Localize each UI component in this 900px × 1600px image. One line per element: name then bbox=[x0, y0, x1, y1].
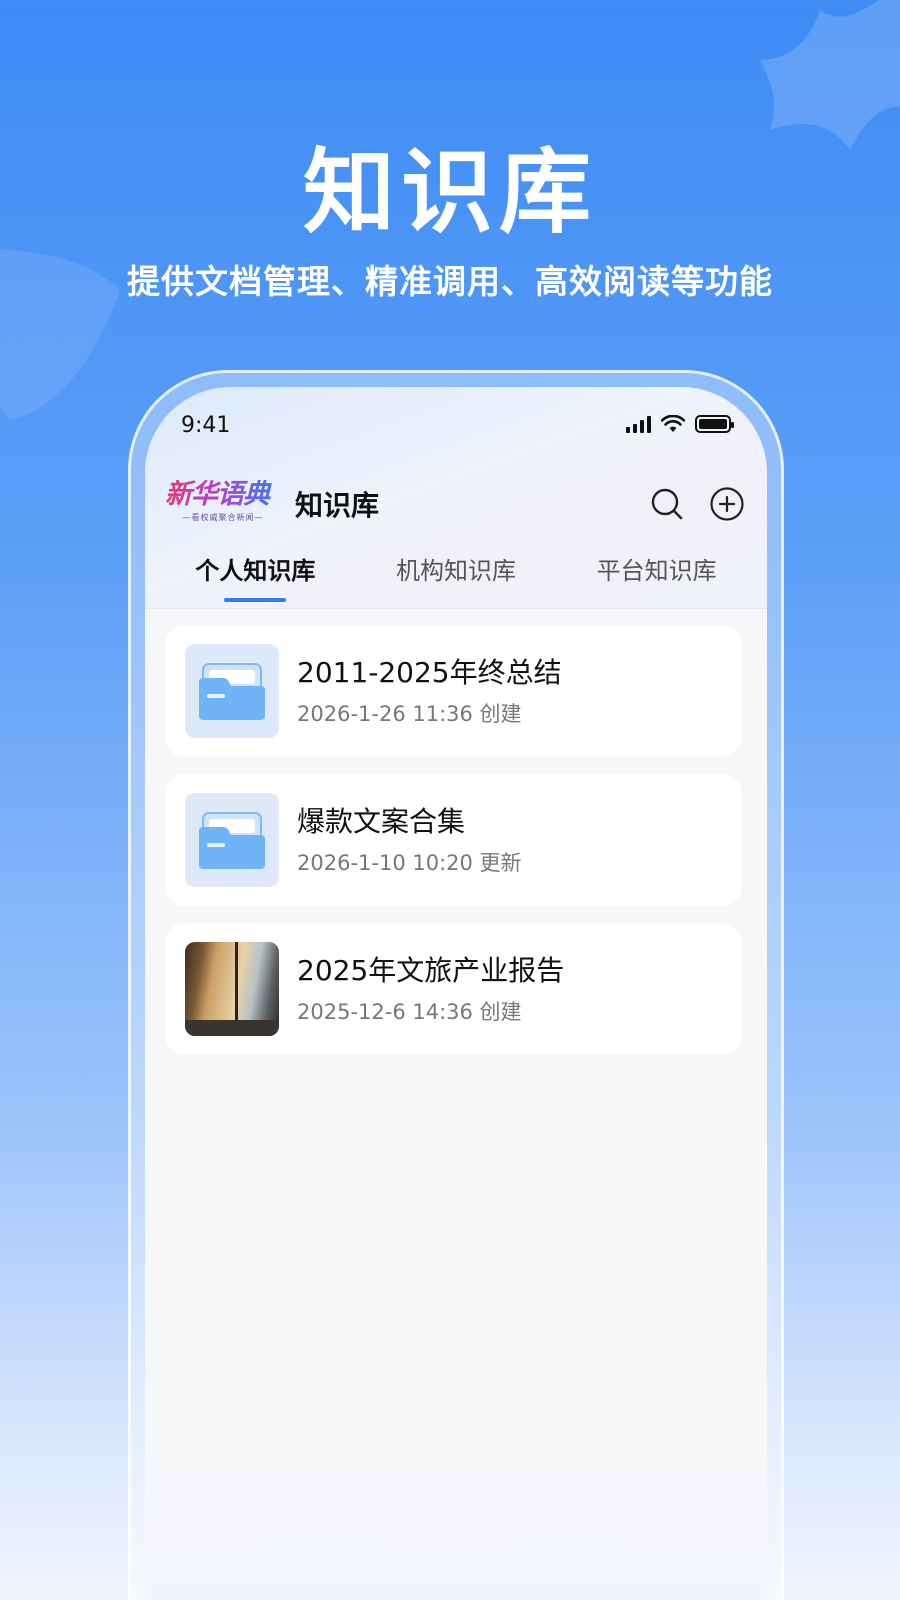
folder-thumbnail bbox=[185, 644, 279, 738]
search-button[interactable] bbox=[649, 486, 685, 522]
list-item[interactable]: 爆款文案合集 2026-1-10 10:20 更新 bbox=[165, 774, 742, 906]
screen-bottom-fade bbox=[145, 1447, 767, 1600]
tab-bar: 个人知识库 机构知识库 平台知识库 bbox=[145, 547, 767, 609]
list-item-meta: 2025-12-6 14:36 创建 bbox=[297, 1000, 522, 1024]
list-item-title: 爆款文案合集 bbox=[297, 805, 466, 838]
header-actions bbox=[649, 486, 745, 522]
tab-institution-knowledge-base[interactable]: 机构知识库 bbox=[396, 547, 516, 586]
list-item-text: 2011-2025年终总结 2026-1-26 11:36 创建 bbox=[297, 654, 562, 728]
logo-text: 新华语典 bbox=[165, 480, 281, 510]
logo-tagline: —看权威聚合新闻— bbox=[182, 513, 264, 522]
app-header: 新华语典 —看权威聚合新闻— 知识库 bbox=[165, 479, 745, 529]
knowledge-base-list: 2011-2025年终总结 2026-1-26 11:36 创建 爆款文案合集 … bbox=[165, 625, 742, 1055]
phone-frame: 9:41 新华语典 —看权威聚合新闻— 知识库 个人知识库 机构知识库 平台知识… bbox=[128, 370, 784, 1600]
status-icons bbox=[626, 415, 734, 433]
list-item-text: 爆款文案合集 2026-1-10 10:20 更新 bbox=[297, 803, 522, 877]
plus-circle-icon bbox=[710, 487, 744, 521]
list-item[interactable]: 2011-2025年终总结 2026-1-26 11:36 创建 bbox=[165, 625, 742, 757]
hero-subtitle: 提供文档管理、精准调用、高效阅读等功能 bbox=[127, 262, 773, 301]
hero-title: 知识库 bbox=[302, 139, 597, 246]
add-button[interactable] bbox=[709, 486, 745, 522]
list-item-meta: 2026-1-26 11:36 创建 bbox=[297, 702, 522, 726]
list-item[interactable]: 2025年文旅产业报告 2025-12-6 14:36 创建 bbox=[165, 923, 742, 1055]
list-item-text: 2025年文旅产业报告 2025-12-6 14:36 创建 bbox=[297, 952, 564, 1026]
folder-icon bbox=[199, 812, 265, 869]
wifi-icon bbox=[661, 415, 685, 432]
status-time: 9:41 bbox=[181, 413, 231, 438]
search-icon bbox=[651, 488, 683, 520]
list-item-title: 2025年文旅产业报告 bbox=[297, 954, 565, 987]
page-title: 知识库 bbox=[295, 489, 380, 522]
folder-thumbnail bbox=[185, 793, 279, 887]
folder-icon bbox=[199, 663, 265, 720]
list-item-meta: 2026-1-10 10:20 更新 bbox=[297, 851, 522, 875]
tab-platform-knowledge-base[interactable]: 平台知识库 bbox=[597, 547, 717, 586]
list-item-title: 2011-2025年终总结 bbox=[297, 656, 562, 689]
tab-personal-knowledge-base[interactable]: 个人知识库 bbox=[195, 547, 315, 586]
phone-screen: 9:41 新华语典 —看权威聚合新闻— 知识库 个人知识库 机构知识库 平台知识… bbox=[145, 387, 767, 1600]
photo-thumbnail bbox=[185, 942, 279, 1036]
app-logo: 新华语典 —看权威聚合新闻— bbox=[165, 480, 281, 528]
battery-icon bbox=[695, 415, 734, 433]
cellular-signal-icon bbox=[626, 415, 651, 433]
